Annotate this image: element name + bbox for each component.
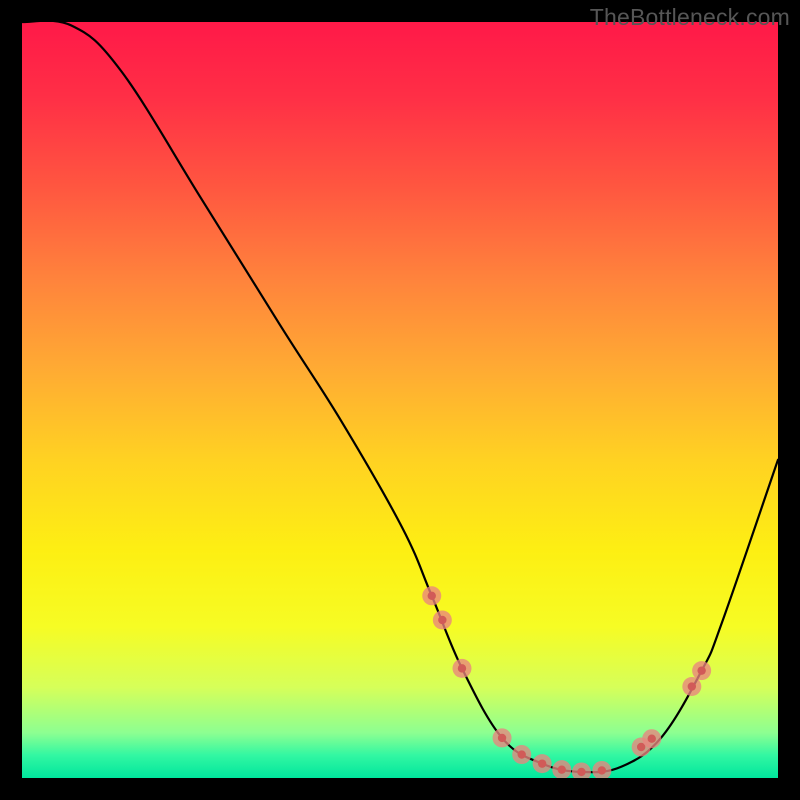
marker-point-core bbox=[438, 616, 446, 624]
marker-point-core bbox=[558, 765, 566, 773]
marker-point-core bbox=[688, 682, 696, 690]
marker-point-core bbox=[518, 750, 526, 758]
marker-point-core bbox=[697, 666, 705, 674]
marker-point-core bbox=[577, 768, 585, 776]
marker-point-core bbox=[648, 734, 656, 742]
chart-container: TheBottleneck.com bbox=[0, 0, 800, 800]
marker-point-core bbox=[598, 766, 606, 774]
plot-area bbox=[22, 22, 778, 778]
watermark-text: TheBottleneck.com bbox=[590, 4, 790, 31]
bottleneck-curve bbox=[22, 22, 778, 772]
marker-point-core bbox=[428, 592, 436, 600]
marker-point-core bbox=[458, 664, 466, 672]
marker-point-core bbox=[538, 759, 546, 767]
marker-point-core bbox=[498, 734, 506, 742]
chart-svg bbox=[22, 22, 778, 778]
marker-group bbox=[422, 586, 711, 778]
